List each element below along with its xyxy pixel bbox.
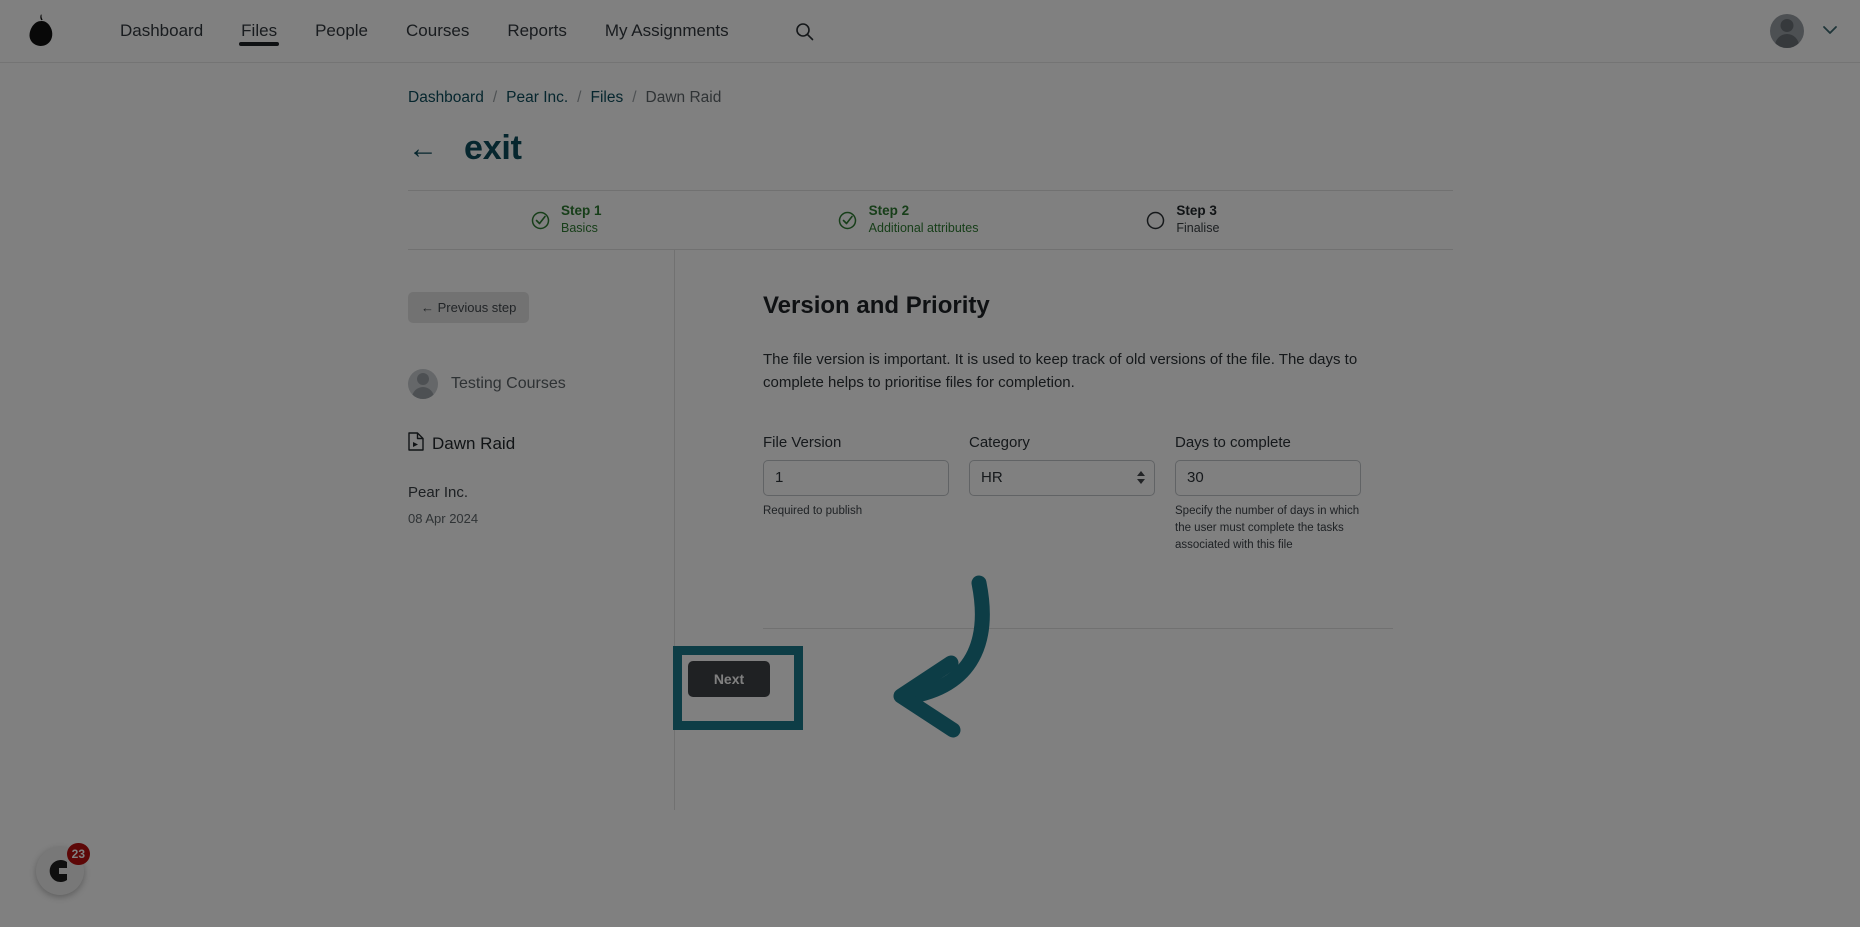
user-avatar[interactable]	[1770, 14, 1804, 48]
breadcrumb-separator: /	[577, 89, 582, 106]
next-button[interactable]: Next	[688, 660, 770, 697]
stepper-step-2-number: Step 2	[868, 203, 910, 219]
account-area	[1770, 14, 1838, 48]
category-select-wrapper: HR	[969, 459, 1155, 496]
chevron-down-icon[interactable]	[1822, 22, 1838, 40]
page-root: Dashboard Files People Courses Reports M…	[0, 0, 1860, 927]
nav-item-my-assignments[interactable]: My Assignments	[603, 0, 731, 62]
breadcrumb: Dashboard / Pear Inc. / Files / Dawn Rai…	[408, 89, 1453, 107]
organisation-date: 08 Apr 2024	[408, 511, 479, 526]
file-version-hint: Required to publish	[763, 504, 863, 517]
field-category: Category HR	[969, 434, 1155, 496]
stepper-step-1-text: Step 1 Basics	[561, 203, 602, 236]
nav-item-reports[interactable]: Reports	[505, 0, 569, 62]
empty-circle-icon	[1145, 210, 1165, 230]
stepper-step-2[interactable]: Step 2 Additional attributes	[838, 203, 1146, 236]
stepper-step-3-text: Step 3 Finalise	[1176, 203, 1219, 236]
owner-avatar	[408, 369, 438, 399]
file-name: Dawn Raid	[432, 434, 516, 453]
nav-item-files[interactable]: Files	[239, 0, 279, 62]
content-container: Dashboard / Pear Inc. / Files / Dawn Rai…	[408, 63, 1453, 810]
breadcrumb-separator: /	[632, 89, 637, 106]
wizard-sidebar: ← Previous step Testing Courses Dawn Rai…	[408, 250, 675, 810]
pear-logo-icon[interactable]	[14, 14, 68, 48]
stepper-step-3-number: Step 3	[1176, 203, 1217, 219]
check-circle-icon	[838, 210, 858, 230]
breadcrumb-item-current: Dawn Raid	[645, 89, 722, 106]
file-version-label: File Version	[763, 433, 842, 451]
form-divider	[763, 627, 1393, 629]
stepper-step-1-number: Step 1	[561, 203, 602, 219]
file-row: Dawn Raid	[408, 432, 674, 456]
primary-nav-items: Dashboard Files People Courses Reports M…	[118, 0, 814, 62]
field-days-to-complete: Days to complete Specify the number of d…	[1175, 434, 1365, 555]
breadcrumb-item-dashboard[interactable]: Dashboard	[408, 89, 484, 107]
page-content: Dashboard / Pear Inc. / Files / Dawn Rai…	[0, 63, 1860, 927]
stepper-step-1[interactable]: Step 1 Basics	[530, 203, 838, 236]
category-select[interactable]: HR	[969, 459, 1155, 496]
stepper-step-1-label: Basics	[561, 221, 598, 236]
chat-support-widget[interactable]: 23	[36, 843, 90, 895]
days-to-complete-label: Days to complete	[1175, 433, 1291, 451]
wizard-stepper: Step 1 Basics Step 2 Additional attribut…	[408, 190, 1453, 250]
breadcrumb-item-pear-inc[interactable]: Pear Inc.	[506, 89, 568, 107]
owner-name: Testing Courses	[451, 375, 566, 392]
back-arrow-icon[interactable]: ←	[408, 133, 438, 164]
file-version-input[interactable]	[763, 459, 949, 496]
previous-step-button[interactable]: ← Previous step	[408, 292, 530, 323]
annotation-arrow-icon	[893, 575, 990, 738]
check-circle-icon	[530, 210, 550, 230]
stepper-step-3-label: Finalise	[1176, 221, 1220, 236]
stepper-step-2-text: Step 2 Additional attributes	[869, 203, 979, 236]
search-icon[interactable]	[795, 22, 814, 41]
file-document-icon	[408, 432, 424, 456]
owner-row: Testing Courses	[408, 369, 674, 399]
wizard-main-panel: Version and Priority The file version is…	[673, 250, 1453, 810]
top-navigation-bar: Dashboard Files People Courses Reports M…	[0, 0, 1860, 63]
form-fields-row: File Version Required to publish Categor…	[763, 434, 1453, 555]
breadcrumb-item-files[interactable]: Files	[590, 89, 623, 107]
stepper-step-3[interactable]: Step 3 Finalise	[1145, 203, 1453, 236]
days-to-complete-input[interactable]	[1175, 459, 1361, 496]
section-title: Version and Priority	[763, 292, 990, 319]
breadcrumb-separator: /	[492, 89, 498, 106]
category-label: Category	[969, 433, 1030, 451]
field-file-version: File Version Required to publish	[763, 434, 949, 520]
page-header: ← exit	[408, 129, 1453, 168]
days-to-complete-hint: Specify the number of days in which the …	[1175, 504, 1360, 552]
organisation-name: Pear Inc.	[408, 484, 469, 501]
nav-item-people[interactable]: People	[313, 0, 370, 62]
nav-item-dashboard[interactable]: Dashboard	[118, 0, 205, 62]
stepper-step-2-label: Additional attributes	[868, 221, 979, 236]
form-actions: Next	[673, 575, 1453, 750]
chat-unread-badge: 23	[66, 843, 90, 865]
wizard-body: ← Previous step Testing Courses Dawn Rai…	[408, 250, 1453, 810]
section-description: The file version is important. It is use…	[763, 351, 1358, 392]
nav-item-courses[interactable]: Courses	[404, 0, 471, 62]
page-title: exit	[464, 129, 522, 167]
